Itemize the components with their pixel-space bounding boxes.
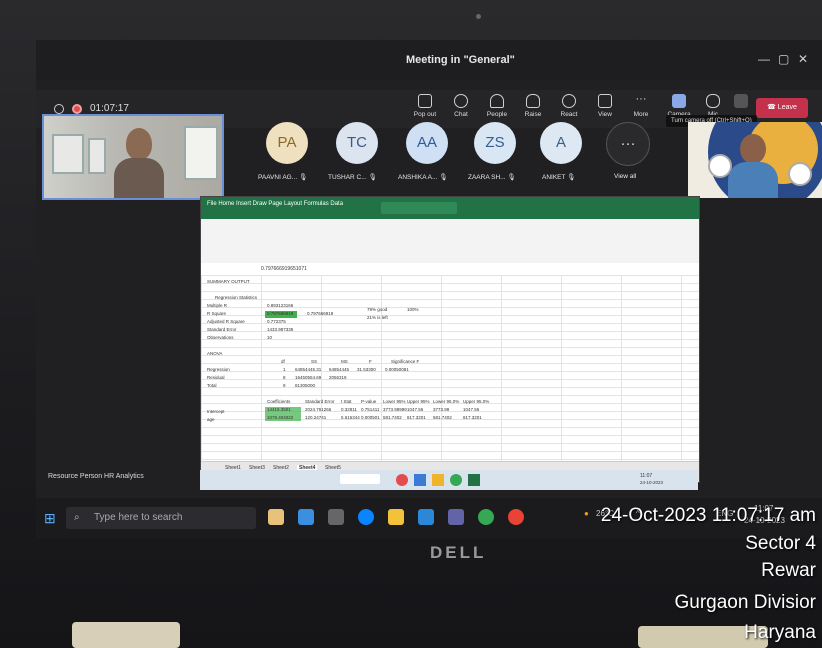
people-icon — [490, 94, 504, 108]
chrome-icon[interactable] — [508, 509, 524, 525]
raise-hand-button[interactable]: Raise — [516, 94, 550, 118]
formula-value: 0.797666919651071 — [261, 266, 307, 272]
file-explorer-icon[interactable] — [388, 509, 404, 525]
location-line: Gurgaon Divisior — [674, 592, 817, 613]
app-icon[interactable] — [418, 509, 434, 525]
weather-icon: ● — [584, 509, 589, 518]
avatar[interactable]: ZS — [474, 122, 516, 164]
mic-icon — [706, 94, 720, 108]
excel-file-tab[interactable]: File Home Insert Draw Page Layout Formul… — [207, 201, 343, 207]
excel-ribbon — [201, 219, 699, 264]
maximize-icon[interactable]: ▢ — [778, 52, 789, 66]
excel-titlebar: File Home Insert Draw Page Layout Formul… — [201, 197, 699, 219]
taskbar-search-input[interactable]: ⌕ Type here to search — [66, 507, 256, 529]
self-video — [42, 114, 224, 200]
popout-icon — [418, 94, 432, 108]
chrome-icon[interactable] — [478, 509, 494, 525]
teams-titlebar: Meeting in "General" — ▢ ✕ — [36, 40, 822, 80]
windows-start-icon[interactable]: ⊞ — [44, 510, 56, 527]
spreadsheet-grid[interactable]: SUMMARY OUTPUT Regression Statistics Mul… — [201, 275, 699, 461]
participant-name: ANIKET 🎙 — [542, 174, 576, 181]
inner-date: 24-10-2023 — [640, 480, 664, 485]
search-icon: ⌕ — [74, 512, 80, 523]
view-button[interactable]: View — [588, 94, 622, 118]
leave-button[interactable]: ☎ Leave — [756, 98, 808, 118]
hinge — [72, 622, 180, 648]
app-icon[interactable] — [268, 509, 284, 525]
view-all-button[interactable]: ··· — [606, 122, 650, 166]
inner-clock: 11:07 — [640, 473, 653, 479]
mic-muted-icon: 🎙 — [439, 174, 448, 181]
close-icon[interactable]: ✕ — [798, 52, 808, 66]
excel-search-box[interactable] — [381, 202, 457, 214]
presenter-label: Resource Person HR Analytics — [48, 473, 144, 480]
avatar[interactable]: PA — [266, 122, 308, 164]
webcam-dot — [476, 14, 481, 19]
shared-taskbar: 11:07 24-10-2023 — [200, 470, 698, 490]
meeting-timer: 01:07:17 — [90, 103, 129, 114]
avatar[interactable]: AA — [406, 122, 448, 164]
location-line: Haryana — [744, 622, 816, 643]
inner-search-box — [340, 474, 380, 484]
react-button[interactable]: React — [552, 94, 586, 118]
participant-name: TUSHAR C... 🎙 — [328, 174, 377, 181]
mic-muted-icon: 🎙 — [567, 174, 576, 181]
recording-icon — [72, 103, 82, 114]
share-icon — [734, 94, 748, 108]
dell-logo: DELL — [430, 543, 487, 562]
meeting-title: Meeting in "General" — [406, 54, 515, 66]
react-icon — [562, 94, 576, 108]
task-view-icon[interactable] — [328, 509, 344, 525]
chat-button[interactable]: Chat — [444, 94, 478, 118]
app-icon[interactable] — [298, 509, 314, 525]
camera-icon — [672, 94, 686, 108]
participant-video-person — [114, 128, 164, 198]
shared-screen-excel: File Home Insert Draw Page Layout Formul… — [200, 196, 700, 483]
edge-icon[interactable] — [358, 509, 374, 525]
more-button[interactable]: ··· More — [624, 93, 658, 119]
recording-status: 01:07:17 — [54, 103, 129, 114]
mic-muted-icon: 🎙 — [507, 174, 516, 181]
mic-muted-icon: 🎙 — [298, 174, 308, 181]
participant-video — [688, 122, 822, 198]
shield-icon — [54, 103, 64, 114]
minimize-icon[interactable]: — — [758, 52, 770, 66]
laptop-screen: Meeting in "General" — ▢ ✕ 01:07:17 Pop … — [36, 40, 822, 538]
mic-muted-icon: 🎙 — [368, 174, 377, 181]
chat-icon — [454, 94, 468, 108]
participant-name: PAAVNI AG... 🎙 — [258, 174, 308, 181]
raise-hand-icon — [526, 94, 540, 108]
teams-icon[interactable] — [448, 509, 464, 525]
view-icon — [598, 94, 612, 108]
share-button[interactable] — [724, 94, 758, 111]
popout-button[interactable]: Pop out — [408, 94, 442, 118]
participant-name: ANSHIKA A... 🎙 — [398, 174, 448, 181]
more-icon: ··· — [635, 93, 647, 105]
people-button[interactable]: People — [480, 94, 514, 118]
location-line: Sector 4 — [745, 533, 816, 554]
timestamp-stamp: 24-Oct-2023 11:07:17 am — [600, 505, 816, 526]
participant-name: ZAARA SH... 🎙 — [468, 174, 516, 181]
avatar[interactable]: A — [540, 122, 582, 164]
avatar[interactable]: TC — [336, 122, 378, 164]
cell: Regression Statistics — [215, 295, 258, 300]
view-all-label: View all — [614, 173, 637, 180]
location-line: Rewar — [761, 560, 816, 581]
cell: SUMMARY OUTPUT — [207, 279, 250, 284]
